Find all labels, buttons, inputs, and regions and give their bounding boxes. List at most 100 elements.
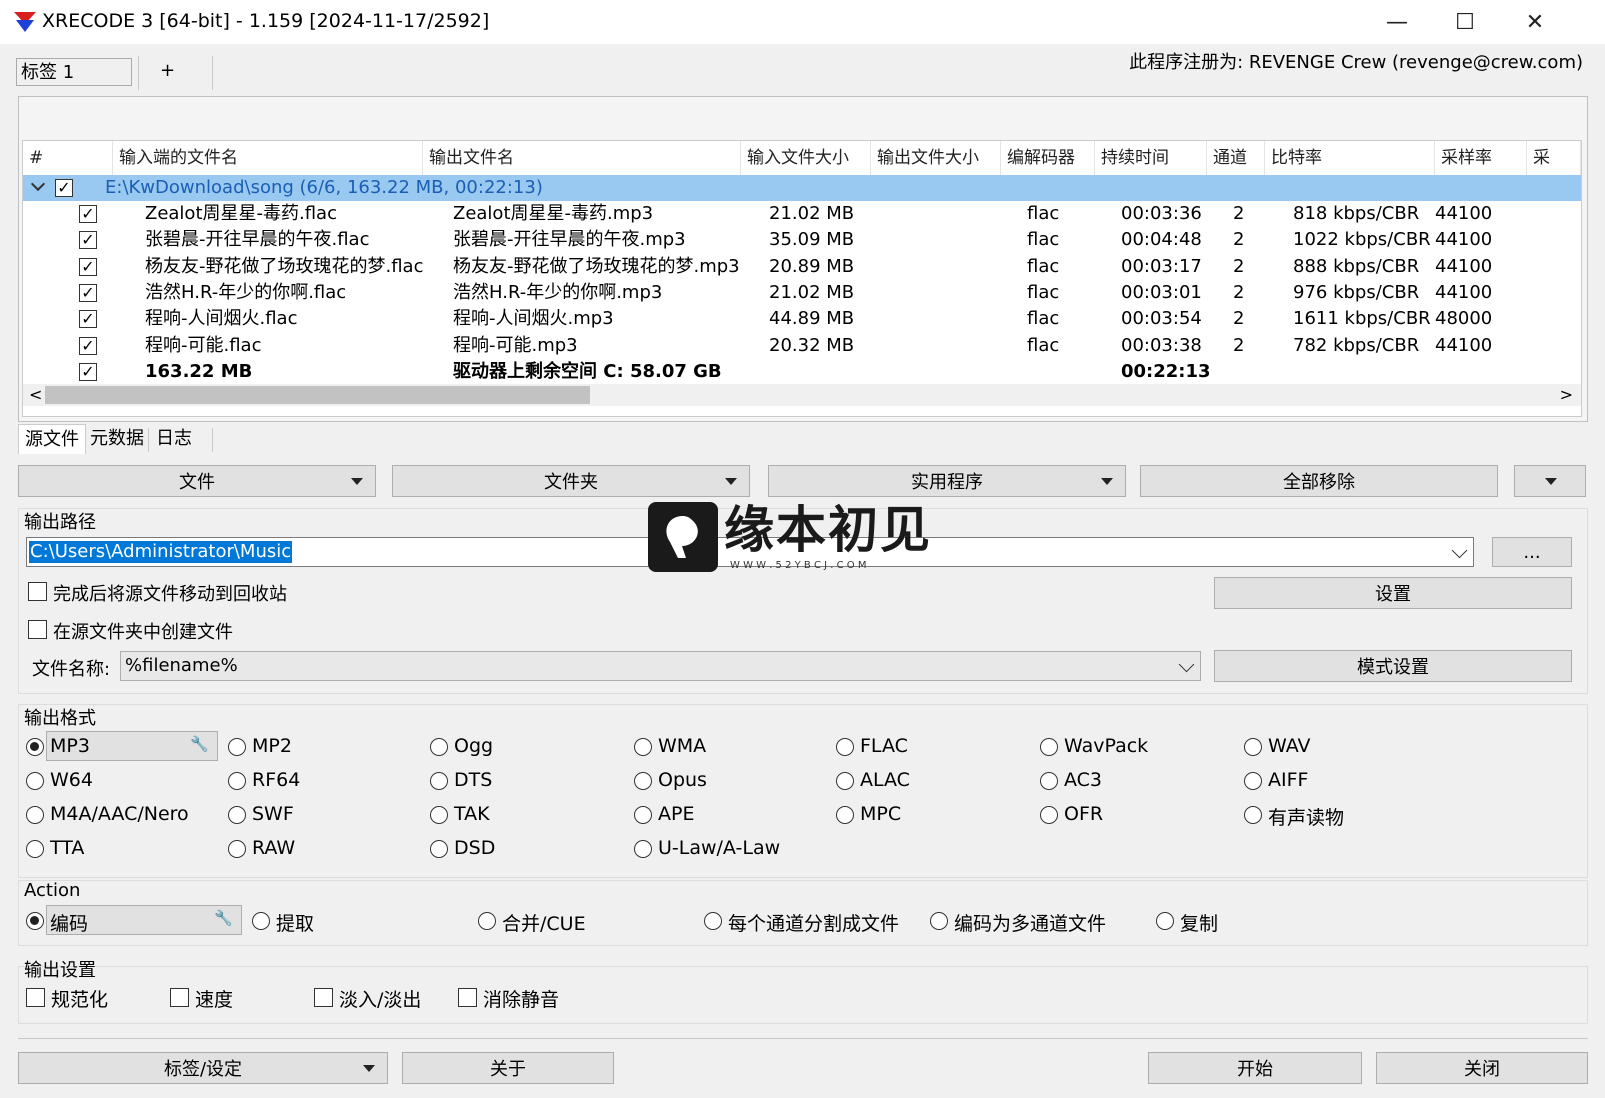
- table-row[interactable]: ✓ 程响-可能.flac 程响-可能.mp3 20.32 MB flac 00:…: [23, 333, 1581, 359]
- format-radio-tak[interactable]: [430, 806, 448, 824]
- tab-source[interactable]: 源文件: [18, 424, 86, 454]
- about-button[interactable]: 关于: [402, 1052, 614, 1084]
- column-header[interactable]: #: [23, 141, 113, 175]
- column-header[interactable]: 输出文件名: [423, 141, 741, 175]
- format-radio-mpc[interactable]: [836, 806, 854, 824]
- output-setting-checkbox[interactable]: [26, 988, 45, 1007]
- tab-label-1[interactable]: 标签 1: [16, 58, 132, 86]
- close-window-button[interactable]: ✕: [1500, 0, 1570, 44]
- browse-button[interactable]: ...: [1492, 537, 1572, 567]
- tab-metadata[interactable]: 元数据: [84, 424, 150, 454]
- add-tab-button[interactable]: +: [160, 60, 175, 81]
- tab-log[interactable]: 日志: [150, 424, 198, 454]
- row-checkbox[interactable]: ✓: [79, 283, 97, 302]
- column-header[interactable]: 通道: [1207, 141, 1265, 175]
- output-format-label: 输出格式: [24, 708, 96, 729]
- format-radio-rf64[interactable]: [228, 772, 246, 790]
- format-radio-w64[interactable]: [26, 772, 44, 790]
- scrollbar-thumb[interactable]: [45, 386, 590, 404]
- table-row[interactable]: ✓ Zealot周星星-毒药.flac Zealot周星星-毒药.mp3 21.…: [23, 201, 1581, 227]
- format-radio-m4a-aac-nero[interactable]: [26, 806, 44, 824]
- scroll-right-icon[interactable]: >: [1560, 384, 1573, 406]
- output-setting-checkbox[interactable]: [458, 988, 477, 1007]
- format-radio-u-law-a-law[interactable]: [634, 840, 652, 858]
- action-radio[interactable]: [930, 912, 948, 930]
- more-options-button[interactable]: [1514, 465, 1586, 497]
- scroll-left-icon[interactable]: <: [29, 384, 42, 406]
- remove-all-button-label: 全部移除: [1283, 472, 1355, 493]
- chevron-down-icon[interactable]: [1178, 656, 1195, 673]
- table-row[interactable]: ✓ 程响-人间烟火.flac 程响-人间烟火.mp3 44.89 MB flac…: [23, 306, 1581, 332]
- format-radio-mp3[interactable]: [26, 738, 44, 756]
- column-header[interactable]: 编解码器: [1001, 141, 1095, 175]
- format-radio-wavpack[interactable]: [1040, 738, 1058, 756]
- start-button[interactable]: 开始: [1148, 1052, 1362, 1084]
- column-header[interactable]: 持续时间: [1095, 141, 1207, 175]
- table-row[interactable]: ✓ 杨友友-野花做了场玫瑰花的梦.flac 杨友友-野花做了场玫瑰花的梦.mp3…: [23, 254, 1581, 280]
- format-radio-flac[interactable]: [836, 738, 854, 756]
- sample-rate: 44100: [1435, 334, 1493, 356]
- folder-group-row[interactable]: ✓ E:\KwDownload\song (6/6, 163.22 MB, 00…: [23, 175, 1581, 201]
- format-radio-ogg[interactable]: [430, 738, 448, 756]
- row-checkbox[interactable]: ✓: [79, 231, 97, 250]
- format-radio--[interactable]: [1244, 806, 1262, 824]
- row-checkbox[interactable]: ✓: [79, 336, 97, 355]
- format-radio-mp2[interactable]: [228, 738, 246, 756]
- format-radio-dsd[interactable]: [430, 840, 448, 858]
- format-radio-tta[interactable]: [26, 840, 44, 858]
- action-radio[interactable]: [1156, 912, 1174, 930]
- app-logo-icon: [14, 12, 36, 32]
- file-list[interactable]: # 输入端的文件名 输出文件名 输入文件大小 输出文件大小 编解码器 持续时间 …: [22, 140, 1582, 417]
- action-radio[interactable]: [478, 912, 496, 930]
- format-radio-raw[interactable]: [228, 840, 246, 858]
- chevron-down-icon[interactable]: [1451, 542, 1468, 559]
- column-header[interactable]: 输出文件大小: [871, 141, 1001, 175]
- horizontal-scrollbar[interactable]: < >: [23, 384, 1581, 406]
- remove-all-button[interactable]: 全部移除: [1140, 465, 1498, 497]
- format-radio-wma[interactable]: [634, 738, 652, 756]
- format-radio-wav[interactable]: [1244, 738, 1262, 756]
- collapse-chevron-icon[interactable]: [30, 176, 46, 192]
- row-checkbox[interactable]: ✓: [79, 205, 97, 223]
- column-header[interactable]: 输入端的文件名: [113, 141, 423, 175]
- row-checkbox[interactable]: ✓: [79, 310, 97, 329]
- close-button[interactable]: 关闭: [1376, 1052, 1588, 1084]
- format-radio-ac3[interactable]: [1040, 772, 1058, 790]
- action-radio[interactable]: [26, 912, 44, 930]
- table-row[interactable]: ✓ 张碧晨-开往早晨的午夜.flac 张碧晨-开往早晨的午夜.mp3 35.09…: [23, 227, 1581, 253]
- format-label: APE: [658, 803, 695, 825]
- row-checkbox[interactable]: ✓: [79, 257, 97, 276]
- action-radio[interactable]: [704, 912, 722, 930]
- format-radio-ape[interactable]: [634, 806, 652, 824]
- column-header[interactable]: 采样率: [1435, 141, 1527, 175]
- utilities-button[interactable]: 实用程序: [768, 465, 1126, 497]
- maximize-button[interactable]: ☐: [1430, 0, 1500, 44]
- tab-divider: [148, 428, 149, 452]
- settings-button[interactable]: 设置: [1214, 577, 1572, 609]
- output-setting-checkbox[interactable]: [170, 988, 189, 1007]
- format-radio-ofr[interactable]: [1040, 806, 1058, 824]
- table-row[interactable]: ✓ 浩然H.R-年少的你啊.flac 浩然H.R-年少的你啊.mp3 21.02…: [23, 280, 1581, 306]
- column-header[interactable]: 输入文件大小: [741, 141, 871, 175]
- format-radio-aiff[interactable]: [1244, 772, 1262, 790]
- column-header[interactable]: 比特率: [1265, 141, 1435, 175]
- format-radio-dts[interactable]: [430, 772, 448, 790]
- column-header[interactable]: 采: [1527, 141, 1581, 175]
- format-radio-opus[interactable]: [634, 772, 652, 790]
- wrench-icon[interactable]: 🔧: [190, 735, 209, 753]
- filename-pattern-combo[interactable]: %filename%: [120, 651, 1201, 681]
- folder-button[interactable]: 文件夹: [392, 465, 750, 497]
- output-setting-checkbox[interactable]: [314, 988, 333, 1007]
- file-button[interactable]: 文件: [18, 465, 376, 497]
- minimize-button[interactable]: —: [1362, 0, 1432, 44]
- format-radio-alac[interactable]: [836, 772, 854, 790]
- move-to-recycle-checkbox[interactable]: [28, 582, 47, 601]
- group-checkbox[interactable]: ✓: [55, 179, 73, 197]
- create-in-source-checkbox[interactable]: [28, 620, 47, 639]
- tags-settings-button[interactable]: 标签/设定: [18, 1052, 388, 1084]
- format-radio-swf[interactable]: [228, 806, 246, 824]
- pattern-settings-button[interactable]: 模式设置: [1214, 650, 1572, 682]
- action-radio[interactable]: [252, 912, 270, 930]
- wrench-icon[interactable]: 🔧: [214, 909, 233, 927]
- row-checkbox[interactable]: ✓: [79, 363, 97, 381]
